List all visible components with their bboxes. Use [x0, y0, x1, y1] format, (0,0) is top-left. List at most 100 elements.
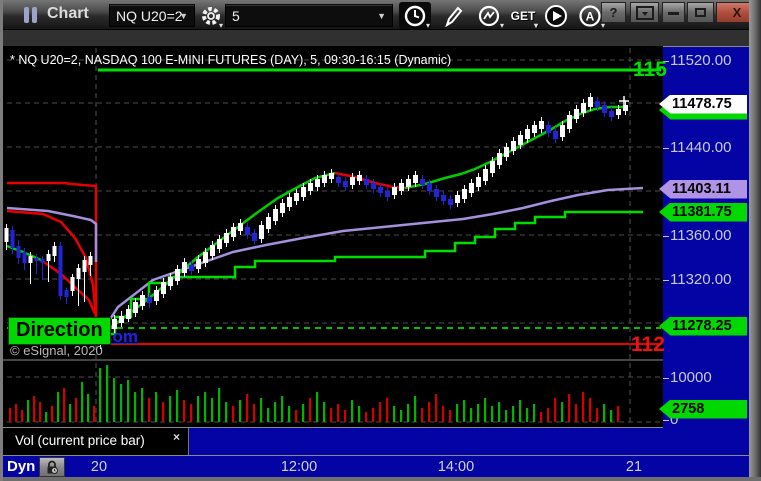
volume-bar — [87, 394, 90, 422]
symbol-combo[interactable]: NQ U20=2 ▼ — [109, 4, 195, 27]
candle-body — [413, 175, 418, 183]
volume-bar — [379, 402, 382, 422]
time-interval-button[interactable]: ▾ — [399, 2, 431, 30]
axis-tick-mark — [663, 378, 669, 379]
volume-bar — [323, 402, 326, 422]
chart-legend: * NQ U20=2, NASDAQ 100 E-MINI FUTURES (D… — [10, 53, 452, 67]
upper-line-price-label: 115 — [633, 58, 667, 81]
candle-body — [82, 260, 87, 272]
volume-bar — [575, 404, 578, 422]
candle-body — [308, 183, 313, 191]
window-bottom-border — [3, 477, 761, 481]
candle-body — [154, 290, 159, 301]
volume-bar — [449, 410, 452, 422]
price-chart-plot[interactable] — [3, 46, 663, 427]
volume-bar — [274, 402, 277, 422]
candle-body — [518, 135, 523, 145]
chevron-down-icon: ▾ — [218, 21, 223, 30]
axis-tick-mark — [663, 420, 669, 421]
interval-combo-value: 5 — [232, 8, 240, 24]
interval-combo[interactable]: 5 ▼ — [225, 4, 393, 27]
get-data-button[interactable]: GET ▾ — [507, 2, 539, 31]
volume-bar — [610, 410, 613, 422]
volume-bar — [554, 398, 557, 422]
minimize-button[interactable] — [662, 2, 685, 23]
volume-bar — [617, 406, 620, 422]
volume-bar — [57, 392, 60, 422]
candle-body — [553, 131, 558, 139]
candle-body — [203, 252, 208, 263]
volume-bar — [93, 406, 96, 422]
candle-body — [140, 295, 145, 306]
toolbar-lower-strip — [3, 30, 761, 46]
volume-bar — [155, 392, 158, 422]
volume-bar — [218, 388, 221, 422]
play-button[interactable] — [540, 2, 572, 29]
volume-bar — [309, 398, 312, 422]
candle-body — [574, 109, 579, 119]
candle-body — [392, 187, 397, 195]
candle-body — [434, 189, 439, 197]
settings-gear-button[interactable]: ▾ — [197, 2, 224, 30]
candle-body — [196, 259, 201, 269]
candle-body — [329, 173, 334, 179]
volume-bar — [512, 406, 515, 422]
volume-bar — [330, 408, 333, 422]
indicator-flag-green: 11381.75 — [659, 202, 747, 222]
volume-bar — [386, 398, 389, 422]
volume-bar — [27, 400, 30, 422]
volume-bar — [148, 398, 151, 422]
candle-body — [58, 246, 63, 296]
close-pane-icon[interactable]: × — [173, 430, 180, 444]
dyn-label: Dyn — [7, 458, 36, 475]
candle-body — [560, 125, 565, 137]
help-icon: ? — [609, 4, 618, 20]
candle-body — [476, 177, 481, 187]
level-flag-green: 11278.25 — [659, 316, 747, 336]
volume-bar — [526, 408, 529, 422]
candle-body — [46, 254, 51, 261]
time-axis[interactable]: Dyn 20 12:00 14:00 21 — [3, 455, 749, 477]
candle-body — [504, 147, 509, 157]
axis-tick-mark — [663, 236, 669, 237]
trend-tool-button[interactable]: ▾ — [473, 2, 505, 30]
draw-pencil-button[interactable] — [437, 2, 469, 29]
volume-bar — [365, 412, 368, 422]
volume-bar — [442, 406, 445, 422]
candle-body — [322, 175, 327, 183]
time-template-lock-button[interactable] — [39, 457, 65, 477]
maximize-button[interactable] — [687, 2, 714, 23]
candle-body — [88, 256, 93, 265]
title-bar[interactable]: Chart NQ U20=2 ▼ ▾ 5 ▼ ▾ ▾ GET ▾ A ▾ ? X — [3, 0, 761, 30]
volume-bar — [127, 380, 130, 422]
candle-body — [602, 105, 607, 113]
candle-body — [4, 228, 9, 242]
volume-bar — [505, 410, 508, 422]
candle-body — [497, 153, 502, 165]
candle-body — [287, 197, 292, 207]
candle-body — [315, 179, 320, 187]
candle-body — [210, 245, 215, 256]
volume-bar — [63, 388, 66, 422]
volume-bar — [337, 404, 340, 422]
volume-bar — [302, 404, 305, 422]
candle-body — [266, 217, 271, 229]
volume-bar — [141, 388, 144, 422]
time-axis-label: 20 — [90, 459, 108, 475]
candle-body — [364, 179, 369, 185]
candle-body — [483, 169, 488, 181]
candle-body — [581, 103, 586, 113]
price-axis[interactable]: 11520.00 11440.00 11360.00 11320.00 10000 0 11… — [659, 46, 749, 477]
candle-body — [595, 101, 600, 107]
volume-pane-tab[interactable]: Vol (current price bar) × — [3, 428, 189, 455]
volume-bar — [603, 404, 606, 422]
volume-bar — [400, 410, 403, 422]
chevron-down-icon: ▼ — [377, 11, 386, 21]
candle-body — [406, 179, 411, 187]
candle-body — [52, 246, 57, 256]
help-button[interactable]: ? — [601, 2, 626, 23]
symbol-combo-value: NQ U20=2 — [116, 8, 183, 24]
volume-bar — [421, 408, 424, 422]
popout-button[interactable] — [630, 2, 659, 23]
volume-bar — [519, 400, 522, 422]
